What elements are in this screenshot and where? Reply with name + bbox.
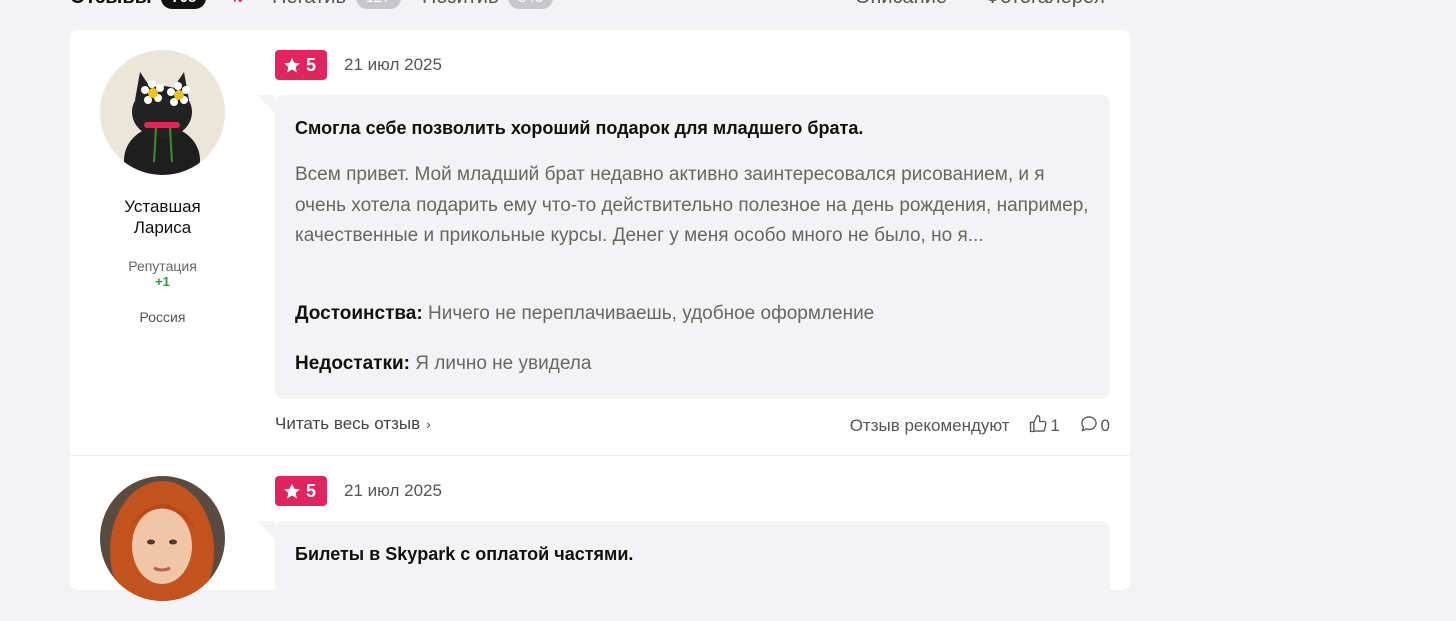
tab-gallery-label: Фотогалерея bbox=[985, 0, 1105, 8]
review-actions: Отзыв рекомендуют 1 0 bbox=[850, 414, 1110, 436]
review-cons: Недостатки: Я лично не увидела bbox=[295, 353, 591, 375]
tab-description-label: Описание bbox=[855, 0, 947, 8]
review-body: Билеты в Skypark с оплатой частями. bbox=[257, 521, 1110, 621]
tab-negative-label: Негатив bbox=[272, 0, 346, 8]
rating-badge: 5 bbox=[275, 476, 327, 506]
reviews-count-badge: 708 bbox=[161, 0, 207, 9]
likes-count: 1 bbox=[1050, 416, 1060, 435]
reviews-list: Уставшая Лариса Репутация +1 Россия 5 21… bbox=[70, 30, 1130, 621]
reputation-label: Репутация bbox=[128, 258, 197, 274]
author-info: Уставшая Лариса Репутация +1 Россия bbox=[70, 196, 255, 325]
rating-value: 5 bbox=[306, 55, 317, 75]
review-title[interactable]: Билеты в Skypark с оплатой частями. bbox=[295, 544, 633, 565]
tab-reviews[interactable]: Отзывы 708 bbox=[70, 0, 207, 9]
tab-gallery[interactable]: Фотогалерея bbox=[985, 0, 1105, 9]
positive-count-badge: 543 bbox=[508, 0, 554, 9]
pros-text: Ничего не переплачиваешь, удобное оформл… bbox=[427, 303, 875, 324]
cons-label: Недостатки: bbox=[295, 353, 410, 374]
rating-value: 5 bbox=[306, 481, 317, 501]
review-tabs: Отзывы 708 ⇅ Негатив 127 Позитив 543 Опи… bbox=[70, 0, 1130, 12]
sort-icon[interactable]: ⇅ bbox=[230, 0, 245, 7]
read-full-review-link[interactable]: Читать весь отзыв › bbox=[275, 414, 431, 434]
rating-badge: 5 bbox=[275, 50, 327, 80]
chevron-right-icon: › bbox=[426, 416, 431, 432]
star-icon bbox=[284, 57, 300, 73]
read-more-label: Читать весь отзыв bbox=[275, 414, 421, 433]
author-name[interactable]: Уставшая Лариса bbox=[113, 196, 213, 238]
tab-positive-label: Позитив bbox=[422, 0, 499, 8]
tab-description[interactable]: Описание bbox=[855, 0, 947, 9]
review-divider bbox=[70, 455, 1130, 456]
recommend-label: Отзыв рекомендуют bbox=[849, 416, 1010, 435]
thumbs-up-icon bbox=[1030, 415, 1047, 433]
like-button[interactable]: 1 bbox=[1028, 414, 1060, 436]
comments-count: 0 bbox=[1100, 416, 1110, 435]
tab-reviews-label: Отзывы bbox=[70, 0, 152, 8]
pros-label: Достоинства: bbox=[295, 303, 423, 324]
review-date: 21 июл 2025 bbox=[344, 55, 442, 74]
comment-icon bbox=[1080, 416, 1097, 432]
tab-negative[interactable]: Негатив 127 bbox=[272, 0, 401, 9]
negative-count-badge: 127 bbox=[355, 0, 401, 9]
review-body: Смогла себе позволить хороший подарок дл… bbox=[257, 95, 1110, 399]
review-text: Всем привет. Мой младший брат недавно ак… bbox=[295, 164, 1089, 246]
tab-positive[interactable]: Позитив 543 bbox=[422, 0, 554, 9]
review-title[interactable]: Смогла себе позволить хороший подарок дл… bbox=[295, 118, 863, 139]
star-icon bbox=[284, 483, 300, 499]
review-pros: Достоинства: Ничего не переплачиваешь, у… bbox=[295, 303, 874, 325]
review-date: 21 июл 2025 bbox=[344, 481, 442, 500]
bubble-tail bbox=[257, 521, 275, 539]
avatar[interactable] bbox=[100, 476, 225, 601]
bubble-tail bbox=[257, 95, 275, 113]
reputation-value: +1 bbox=[155, 274, 170, 289]
author-country: Россия bbox=[139, 309, 186, 325]
comments-button[interactable]: 0 bbox=[1079, 414, 1110, 436]
cons-text: Я лично не увидела bbox=[415, 353, 592, 374]
avatar[interactable] bbox=[100, 50, 225, 175]
